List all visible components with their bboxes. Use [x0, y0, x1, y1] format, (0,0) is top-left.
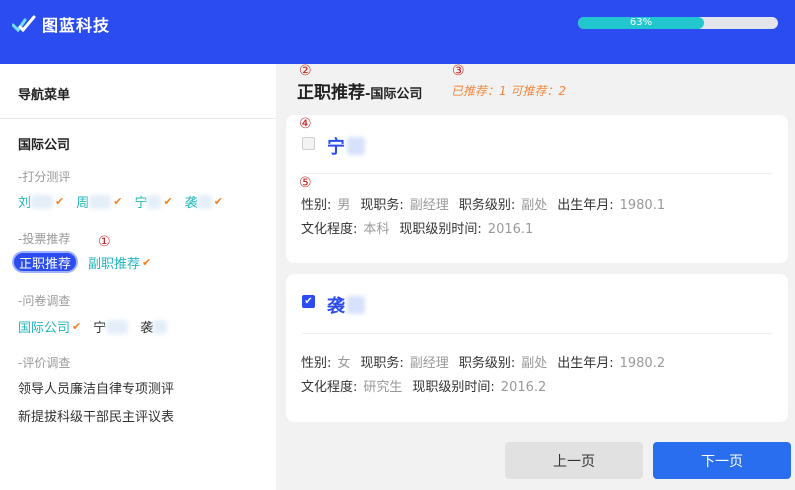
candidate-info-row-1: 性别: 女现职务: 副经理 职务级别: 副处 出生年月: 1980.2	[301, 356, 666, 371]
marker-4: ④	[299, 116, 312, 132]
page-title: 正职推荐 -国际公司	[297, 83, 423, 103]
section-label-voting: -投票推荐	[18, 232, 71, 246]
app-header: 图蓝科技 63%	[0, 0, 795, 64]
sidebar-item-xi[interactable]: 袭 ✔	[185, 192, 223, 211]
marker-5: ⑤	[299, 175, 312, 191]
section-label-scoring: -打分测评	[18, 170, 71, 184]
divider	[302, 173, 772, 174]
candidate-checkbox-checked[interactable]: ✔	[302, 295, 315, 308]
marker-3: ③	[452, 63, 465, 79]
marker-2: ②	[299, 63, 312, 79]
check-icon: ✔	[163, 195, 173, 208]
logo: 图蓝科技	[12, 12, 110, 36]
candidate-info-row-1: 性别: 男现职务: 副经理 职务级别: 副处 出生年月: 1980.1	[301, 198, 666, 213]
check-icon: ✔	[72, 320, 82, 333]
sidebar-item-minzhu[interactable]: 新提拔科级干部民主评议表	[18, 406, 174, 425]
sidebar-item-ning-survey[interactable]: 宁	[93, 317, 129, 336]
check-icon: ✔	[113, 195, 123, 208]
divider	[302, 333, 772, 334]
nav-title: 导航菜单	[18, 88, 71, 103]
app-name: 图蓝科技	[42, 16, 111, 35]
sidebar: 导航菜单 国际公司 -打分测评 刘 ✔ 周 ✔ 宁 ✔ 袭 ✔ -投票推荐 ① 正职推荐…	[0, 64, 276, 490]
sidebar-item-fuzhi[interactable]: 副职推荐 ✔	[88, 253, 151, 272]
check-icon: ✔	[213, 195, 223, 208]
survey-items: 国际公司 ✔ 宁 袭	[18, 317, 179, 336]
candidate-info-row-2: 文化程度: 本科 现职级别时间: 2016.1	[301, 222, 534, 237]
candidate-card-1: ④ 宁 ⑤ 性别: 男现职务: 副经理 职务级别: 副处 出生年月: 1980.1 文化程度…	[286, 115, 788, 263]
sidebar-item-liu[interactable]: 刘 ✔	[18, 192, 64, 211]
sidebar-item-guoji[interactable]: 国际公司 ✔	[18, 317, 81, 336]
section-label-survey: -问卷调查	[18, 294, 71, 308]
next-page-button[interactable]: 下一页	[653, 442, 791, 479]
sidebar-item-lianjie[interactable]: 领导人员廉洁自律专项测评	[18, 378, 174, 397]
scoring-items: 刘 ✔ 周 ✔ 宁 ✔ 袭 ✔	[18, 192, 235, 211]
candidate-checkbox[interactable]	[302, 137, 315, 150]
candidate-card-2: ✔ 袭 性别: 女现职务: 副经理 职务级别: 副处 出生年月: 1980.2 文化程度: 研…	[286, 274, 788, 422]
sidebar-item-zhengzhi-active[interactable]: 正职推荐	[12, 251, 79, 273]
sidebar-item-ning[interactable]: 宁 ✔	[134, 192, 173, 211]
progress-text: 63%	[629, 17, 653, 28]
progress-bar: 63%	[578, 17, 778, 29]
divider	[0, 118, 276, 119]
org-title: 国际公司	[18, 138, 71, 153]
check-icon: ✔	[142, 255, 152, 269]
sidebar-item-zhou[interactable]: 周 ✔	[76, 192, 122, 211]
logo-check-icon	[12, 15, 36, 33]
sidebar-item-xi-survey[interactable]: 袭	[140, 317, 168, 336]
section-label-evaluation: -评价调查	[18, 356, 71, 370]
check-icon: ✔	[55, 195, 65, 208]
candidate-name: 宁	[327, 133, 365, 159]
prev-page-button[interactable]: 上一页	[505, 442, 643, 479]
candidate-info-row-2: 文化程度: 研究生 现职级别时间: 2016.2	[301, 380, 547, 395]
recommend-stats: 已推荐：1 可推荐：2	[451, 84, 567, 98]
candidate-name: 袭	[327, 292, 365, 318]
voting-items: 正职推荐 副职推荐 ✔	[12, 251, 163, 273]
marker-1: ①	[98, 234, 111, 250]
